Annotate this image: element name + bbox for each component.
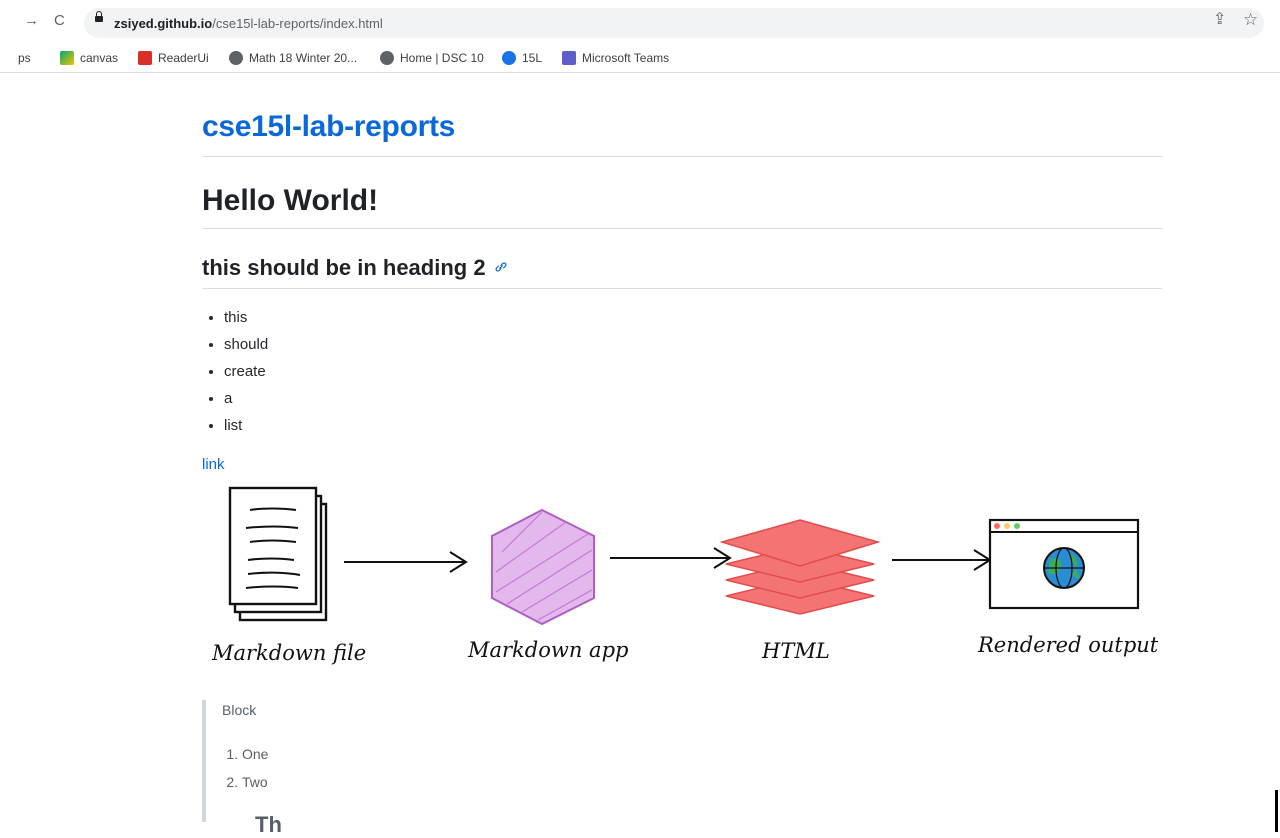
bookmark-dsc10[interactable]: Home | DSC 10 bbox=[380, 50, 484, 66]
bullet-list: this should create a list bbox=[202, 304, 268, 439]
list-item: create bbox=[224, 358, 268, 385]
diagram-label-html: HTML bbox=[761, 639, 830, 663]
markdown-flow-diagram: Markdown file Markdown app HTML Rendered… bbox=[211, 486, 1159, 665]
rendered-output-icon bbox=[988, 518, 1140, 610]
list-item: One bbox=[242, 740, 268, 768]
list-item: Two bbox=[242, 768, 268, 796]
list-item: should bbox=[224, 331, 268, 358]
readerui-icon bbox=[138, 51, 152, 65]
canvas-icon bbox=[60, 51, 74, 65]
reload-icon[interactable]: C bbox=[54, 13, 65, 28]
bookmark-readerui[interactable]: ReaderUi bbox=[138, 50, 209, 66]
html-layers-icon bbox=[719, 519, 881, 615]
blockquote-ordered-list: One Two bbox=[222, 740, 268, 796]
window-edge bbox=[1275, 790, 1278, 832]
h2-divider bbox=[202, 288, 1162, 289]
body-link[interactable]: link bbox=[202, 456, 225, 473]
bookmark-15l[interactable]: 15L bbox=[502, 50, 542, 66]
arrow-icon bbox=[344, 551, 468, 573]
heading-2: this should be in heading 2 bbox=[202, 255, 486, 280]
blockquote-bar bbox=[202, 700, 206, 822]
bookmark-canvas[interactable]: canvas bbox=[60, 50, 118, 66]
list-item: a bbox=[224, 385, 268, 412]
blockquote-text: Block bbox=[222, 702, 257, 718]
url-text[interactable]: zsiyed.github.io/cse15l-lab-reports/inde… bbox=[114, 16, 383, 31]
markdown-app-icon bbox=[491, 508, 595, 626]
lock-icon[interactable] bbox=[95, 11, 103, 22]
globe-icon bbox=[229, 51, 243, 65]
diagram-label-rendered-output: Rendered output bbox=[977, 633, 1159, 657]
arrow-icon bbox=[610, 547, 732, 569]
blockquote-heading-cut: Th bbox=[255, 812, 282, 837]
forward-icon[interactable]: → bbox=[24, 13, 39, 28]
teams-icon bbox=[562, 51, 576, 65]
15l-icon bbox=[502, 51, 516, 65]
bookmark-star-icon[interactable]: ☆ bbox=[1243, 11, 1258, 28]
bookmark-apps[interactable]: ps bbox=[18, 50, 31, 66]
heading-1: Hello World! bbox=[202, 184, 379, 217]
globe-icon bbox=[380, 51, 394, 65]
list-item: list bbox=[224, 412, 268, 439]
arrow-icon bbox=[892, 549, 992, 571]
site-title-link[interactable]: cse15l-lab-reports bbox=[202, 110, 455, 144]
h1-divider bbox=[202, 228, 1162, 229]
bookmark-math18[interactable]: Math 18 Winter 20... bbox=[229, 50, 357, 66]
bookmark-teams[interactable]: Microsoft Teams bbox=[562, 50, 669, 66]
diagram-label-markdown-file: Markdown file bbox=[211, 641, 366, 665]
list-item: this bbox=[224, 304, 268, 331]
diagram-label-markdown-app: Markdown app bbox=[467, 638, 628, 662]
share-icon[interactable]: ⇪ bbox=[1213, 12, 1226, 28]
markdown-file-icon bbox=[228, 486, 328, 622]
anchor-link-icon[interactable] bbox=[494, 260, 508, 278]
title-divider bbox=[202, 156, 1162, 157]
